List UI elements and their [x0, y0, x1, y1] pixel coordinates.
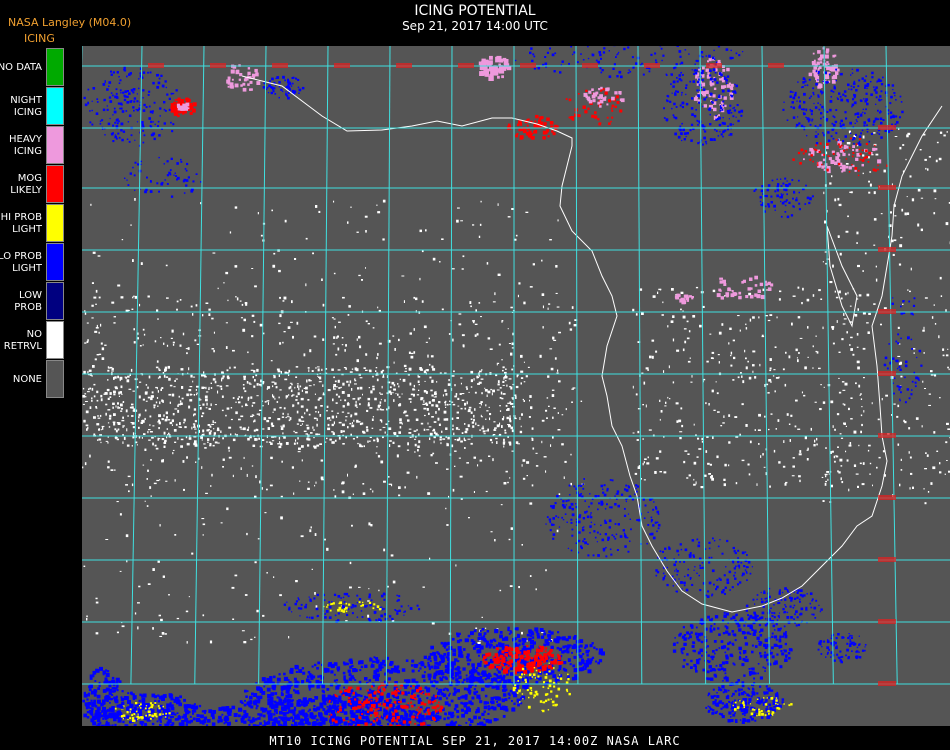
- legend-swatch: [46, 360, 64, 398]
- grid-tick-mark: [878, 309, 896, 314]
- latlon-grid: [82, 46, 950, 685]
- legend-swatch: [46, 165, 64, 203]
- legend-swatch: [46, 243, 64, 281]
- grid-tick-mark: [878, 557, 896, 562]
- legend-swatch: [46, 48, 64, 86]
- grid-tick-mark: [396, 63, 412, 68]
- legend-label: MOG LIKELY: [10, 172, 42, 196]
- grid-tick-mark: [878, 125, 896, 130]
- grid-tick-mark: [768, 63, 784, 68]
- grid-tick-mark: [878, 495, 896, 500]
- no-retrieval-speckle: [82, 127, 950, 645]
- lake-outline: [826, 225, 858, 328]
- grid-meridian: [130, 46, 143, 685]
- page-title: ICING POTENTIAL: [414, 3, 536, 19]
- grid-meridian: [321, 46, 329, 685]
- legend-swatch: [46, 204, 64, 242]
- grid-tick-mark: [878, 619, 896, 624]
- grid-tick-mark: [878, 433, 896, 438]
- legend-label: NO RETRVL: [3, 328, 42, 352]
- grid-tick-mark: [878, 185, 896, 190]
- legend-label: LO PROB LIGHT: [0, 250, 42, 274]
- legend-item: NIGHT ICING: [0, 87, 66, 126]
- grid-tick-mark: [148, 63, 164, 68]
- grid-tick-mark: [878, 681, 896, 686]
- color-legend: NO DATA NIGHT ICING HEAVY ICING MOG LIKELY H…: [0, 48, 66, 399]
- grid-meridian: [258, 46, 267, 685]
- legend-item: NO DATA: [0, 48, 66, 87]
- legend-swatch: [46, 321, 64, 359]
- legend-label: NONE: [12, 373, 42, 385]
- icing-map: [82, 46, 950, 726]
- legend-item: LOW PROB: [0, 282, 66, 321]
- grid-meridian: [385, 46, 391, 685]
- grid-meridian: [885, 46, 898, 685]
- grid-meridian: [761, 46, 770, 685]
- grid-meridian: [637, 46, 643, 685]
- grid-tick-mark: [334, 63, 350, 68]
- legend-item: MOG LIKELY: [0, 165, 66, 204]
- legend-swatch: [46, 87, 64, 125]
- grid-tick-mark: [582, 63, 598, 68]
- grid-tick-mark: [272, 63, 288, 68]
- legend-item: NO RETRVL: [0, 321, 66, 360]
- grid-tick-mark: [644, 63, 660, 68]
- legend-label: HI PROB LIGHT: [0, 211, 42, 235]
- legend-item: HEAVY ICING: [0, 126, 66, 165]
- grid-tick-mark: [878, 371, 896, 376]
- grid-tick-mark: [878, 247, 896, 252]
- grid-meridian: [449, 46, 453, 685]
- map-canvas: [82, 46, 950, 726]
- legend-label: HEAVY ICING: [9, 133, 42, 157]
- grid-tick-mark: [520, 63, 536, 68]
- grid-meridian: [194, 46, 205, 685]
- legend-label: NO DATA: [0, 61, 42, 73]
- legend-swatch: [46, 126, 64, 164]
- grid-tick-mark: [210, 63, 226, 68]
- legend-label: NIGHT ICING: [10, 94, 42, 118]
- page-subtitle: Sep 21, 2017 14:00 UTC: [402, 19, 548, 33]
- grid-tick-mark: [458, 63, 474, 68]
- grid-tick-mark: [706, 63, 722, 68]
- footer-caption: MT10 ICING POTENTIAL SEP 21, 2017 14:00Z…: [269, 734, 681, 748]
- grid-meridian: [699, 46, 707, 685]
- legend-item: NONE: [0, 360, 66, 399]
- legend-swatch: [46, 282, 64, 320]
- legend-item: LO PROB LIGHT: [0, 243, 66, 282]
- icing-clouds: [82, 46, 923, 726]
- legend-label: LOW PROB: [14, 289, 42, 313]
- header-product-label: ICING: [24, 32, 55, 45]
- legend-item: HI PROB LIGHT: [0, 204, 66, 243]
- grid-meridian: [575, 46, 579, 685]
